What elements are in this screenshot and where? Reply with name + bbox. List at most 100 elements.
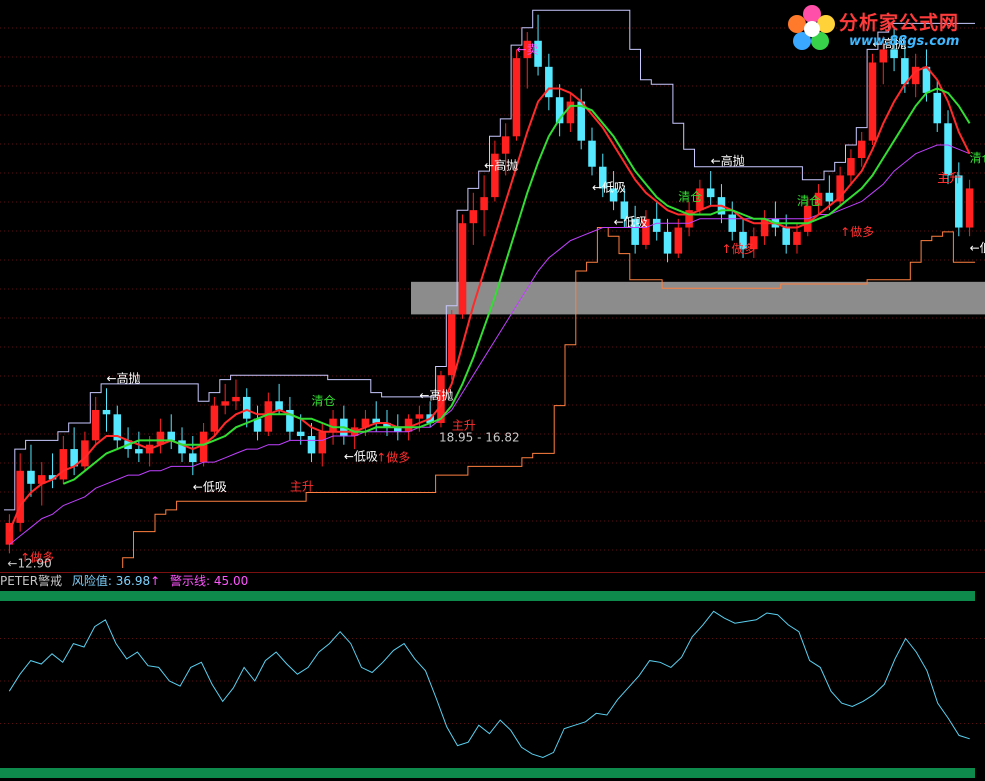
signal-label: ←低吸: [592, 180, 626, 194]
candle-body: [275, 401, 283, 410]
candle-body: [469, 210, 478, 224]
candle: [16, 453, 24, 532]
candle-body: [296, 431, 305, 437]
candle: [577, 88, 585, 150]
candle: [685, 201, 693, 237]
signal-label: 清仓: [970, 151, 985, 165]
candle: [588, 127, 596, 176]
logo-url: www.88gs.com: [849, 34, 960, 49]
candle-body: [933, 92, 942, 124]
candle-body: [652, 218, 661, 232]
upper-band: [0, 591, 975, 601]
candle-body: [16, 470, 24, 523]
candle-body: [59, 449, 68, 480]
candle: [27, 444, 35, 497]
candle: [847, 149, 855, 185]
risk-arrow: ↑: [150, 574, 161, 588]
candle-body: [91, 409, 100, 441]
candle: [512, 49, 521, 141]
flower-logo-icon: [788, 5, 835, 50]
candle-body: [307, 436, 316, 454]
candle: [253, 405, 262, 441]
candle: [652, 201, 661, 241]
candle-body: [674, 227, 683, 254]
candle: [221, 383, 229, 415]
logo-title: 分析家公式网: [839, 12, 960, 34]
signal-label: ↑做多: [840, 224, 874, 239]
candle: [555, 84, 564, 137]
candle: [566, 92, 575, 132]
candle-body: [868, 62, 877, 141]
candle: [760, 210, 769, 245]
signal-label: 主升: [937, 171, 961, 185]
candle-body: [167, 431, 176, 441]
candle-body: [415, 414, 424, 419]
candle: [663, 218, 672, 263]
signal-label: ↑做多: [721, 241, 755, 256]
candle-body: [102, 409, 111, 415]
candle: [48, 453, 57, 489]
candle: [350, 418, 359, 450]
candle-body: [447, 314, 456, 376]
candle: [318, 423, 327, 467]
signal-label: ←低吸: [344, 450, 378, 464]
candle: [706, 171, 715, 206]
candle: [59, 436, 68, 484]
candle-body: [221, 401, 229, 406]
candle-body: [501, 136, 510, 154]
candle: [469, 192, 478, 245]
candle-body: [264, 401, 273, 432]
candle-body: [793, 231, 801, 245]
main-price-chart[interactable]: ←高抛←高抛←高抛←高抛←高抛←低吸←低吸←低吸←低吸←低吸↑做多↑做多↑做多↑…: [0, 0, 985, 568]
candle-body: [847, 158, 855, 176]
candle: [189, 436, 197, 476]
signal-label: ←高抛: [711, 153, 745, 168]
candle: [782, 214, 790, 254]
candle: [156, 418, 165, 454]
signal-label: 清仓: [678, 190, 702, 204]
candle: [210, 396, 219, 437]
candle: [124, 427, 132, 458]
candle: [135, 431, 143, 463]
candle: [167, 414, 176, 450]
candle-body: [706, 188, 715, 198]
candle: [857, 131, 866, 167]
candle: [340, 405, 348, 445]
signal-label: ↑做多: [376, 450, 410, 465]
candle: [717, 184, 726, 224]
signal-label: ←高抛: [419, 388, 453, 403]
candle: [523, 32, 532, 89]
signal-label: 主升: [290, 479, 314, 493]
candle-body: [760, 218, 769, 237]
candle-body: [458, 223, 467, 315]
candle-body: [512, 58, 521, 137]
stop-line: [122, 227, 975, 568]
candle-body: [857, 140, 866, 159]
candle: [545, 53, 553, 111]
candle: [113, 405, 122, 450]
candle-body: [782, 227, 790, 245]
candle-body: [663, 231, 672, 254]
peter-indicator-chart[interactable]: [0, 588, 985, 781]
candle-body: [242, 396, 251, 419]
candle-body: [318, 431, 327, 454]
indicator-header: PETER警戒 风险值: 36.98↑ 警示线: 45.00: [0, 573, 254, 589]
candle-body: [965, 188, 974, 228]
risk-line: [8, 610, 970, 759]
candle-body: [199, 431, 208, 463]
candle: [458, 214, 467, 319]
candle: [674, 218, 683, 258]
candle-body: [27, 470, 35, 484]
candle-body: [480, 197, 488, 211]
ma-purple-line: [9, 144, 970, 545]
candle-body: [232, 396, 240, 402]
candle: [868, 53, 877, 145]
site-logo[interactable]: 分析家公式网 www.88gs.com: [787, 4, 977, 52]
candle-body: [566, 101, 575, 124]
warning-line-label: 警示线: 45.00: [170, 574, 249, 588]
risk-value-label: 风险值: 36.98: [71, 574, 151, 588]
candle: [81, 431, 89, 471]
candle: [5, 514, 14, 554]
signal-label: ←高抛: [106, 370, 140, 385]
candle-body: [189, 453, 197, 463]
